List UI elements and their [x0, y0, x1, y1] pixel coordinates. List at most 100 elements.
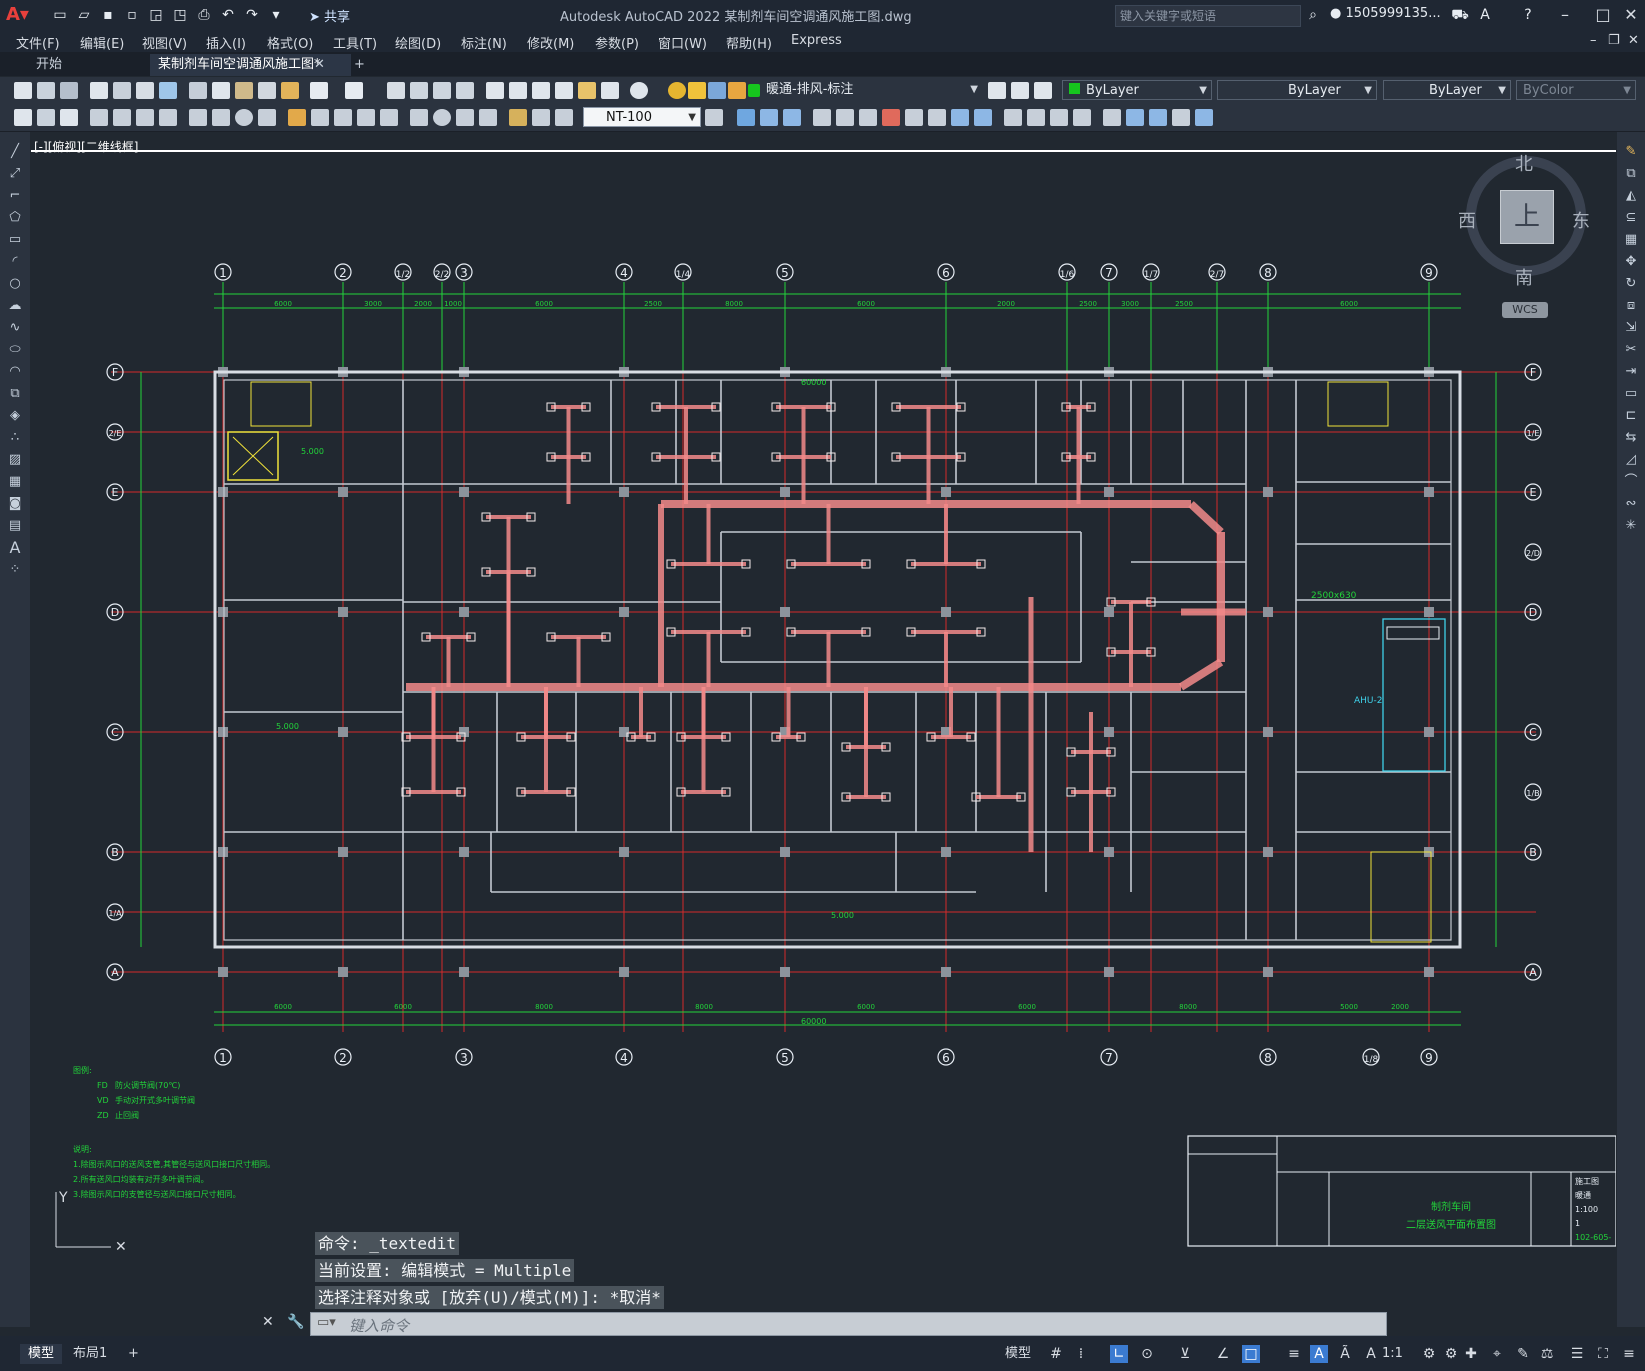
- ucs-3point-icon[interactable]: [928, 109, 946, 126]
- layer-on-icon[interactable]: [668, 82, 686, 99]
- polygon-icon[interactable]: ⬠: [6, 210, 24, 226]
- menu-icon[interactable]: ≡: [1620, 1345, 1638, 1363]
- dimupdate-icon[interactable]: [555, 109, 573, 126]
- object-snap-tracking-icon[interactable]: ∠: [1214, 1345, 1232, 1363]
- extend-icon[interactable]: ⇥: [1622, 364, 1640, 380]
- plot-preview-icon[interactable]: [113, 82, 131, 99]
- join-icon[interactable]: ⇆: [1622, 430, 1640, 446]
- diameter-icon[interactable]: [189, 109, 207, 126]
- linetype-dropdown[interactable]: ByLayer ▼: [1217, 80, 1377, 100]
- ucs-origin-icon[interactable]: [882, 109, 900, 126]
- polyline-icon[interactable]: ⌐: [6, 188, 24, 204]
- linear-dimension-icon[interactable]: [37, 109, 55, 126]
- table-icon[interactable]: ▤: [6, 518, 24, 534]
- angular-icon[interactable]: [212, 109, 230, 126]
- hardware-acceleration-icon[interactable]: ✎: [1514, 1345, 1532, 1363]
- menu-parametric[interactable]: 参数(P): [595, 33, 639, 52]
- clean-screen-icon[interactable]: ⚖: [1538, 1345, 1556, 1363]
- snap-icon[interactable]: ⁞: [1072, 1345, 1090, 1363]
- isodraft-icon[interactable]: ⊻: [1176, 1345, 1194, 1363]
- tab-add-button[interactable]: +: [346, 54, 373, 76]
- object-snap-icon[interactable]: □: [1242, 1345, 1260, 1363]
- viewcube-north[interactable]: 北: [1515, 150, 1533, 176]
- customize-command-icon[interactable]: 🔧: [287, 1314, 304, 1330]
- isolate-objects-icon[interactable]: ⌖: [1488, 1345, 1506, 1363]
- ucs-view-icon[interactable]: [859, 109, 877, 126]
- plotstyle-dropdown[interactable]: ByColor ▼: [1516, 80, 1636, 100]
- menu-tools[interactable]: 工具(T): [333, 33, 377, 52]
- maximize-button[interactable]: □: [1590, 3, 1616, 27]
- customize-qat-icon[interactable]: ▾: [266, 5, 286, 25]
- workspace-icon[interactable]: [1126, 109, 1144, 126]
- help-icon[interactable]: ?: [1518, 5, 1538, 25]
- make-block-icon[interactable]: ◈: [6, 408, 24, 424]
- tab-model[interactable]: 模型: [20, 1344, 63, 1364]
- lineweight-icon[interactable]: ≡: [1285, 1345, 1303, 1363]
- menu-express[interactable]: Express: [791, 33, 842, 48]
- customize-status-icon[interactable]: ☰: [1568, 1345, 1586, 1363]
- drawing-canvas[interactable]: 1 2 1/2 2/2 3 4 1/4 5 6 1/6 7 1/7 2/7 8 9 1 2 3 4 5 6 7 8 1/8 9 F…: [31, 132, 1616, 1327]
- gradient-icon[interactable]: ▦: [6, 474, 24, 490]
- plot-icon[interactable]: [90, 82, 108, 99]
- viewcube-top-face[interactable]: 上: [1500, 190, 1554, 244]
- copy-icon[interactable]: [212, 82, 230, 99]
- layer-states-icon[interactable]: [1011, 82, 1029, 99]
- annotation-visibility-icon[interactable]: A: [1310, 1345, 1328, 1363]
- mirror-icon[interactable]: ◭: [1622, 188, 1640, 204]
- blend-icon[interactable]: ∾: [1622, 496, 1640, 512]
- color-dropdown[interactable]: ByLayer ▼: [1062, 80, 1212, 100]
- layer-lock-icon[interactable]: [728, 82, 746, 99]
- angle-icon[interactable]: [258, 109, 276, 126]
- ucs-z-icon[interactable]: [1004, 109, 1022, 126]
- ucs-world-icon[interactable]: [760, 109, 778, 126]
- share-drawing-icon[interactable]: ◳: [170, 5, 190, 25]
- dimedit-icon[interactable]: [509, 109, 527, 126]
- arc-icon[interactable]: ◜: [6, 254, 24, 270]
- design-center-icon[interactable]: [509, 82, 527, 99]
- circle-icon[interactable]: ○: [6, 276, 24, 292]
- viewcube-south[interactable]: 南: [1515, 264, 1533, 290]
- redo-icon[interactable]: [345, 82, 363, 99]
- stretch-icon[interactable]: ⇲: [1622, 320, 1640, 336]
- save-icon[interactable]: ▪: [98, 5, 118, 25]
- help-icon[interactable]: [630, 82, 648, 99]
- redo-icon[interactable]: ↷: [242, 5, 262, 25]
- tab-start[interactable]: 开始: [28, 54, 70, 76]
- layer-dropdown[interactable]: 暖通-排风-标注 ▼: [760, 80, 982, 100]
- publish-icon[interactable]: [136, 82, 154, 99]
- region-icon[interactable]: ◙: [6, 496, 24, 512]
- pan-icon[interactable]: [387, 82, 405, 99]
- extract-icon[interactable]: [1103, 109, 1121, 126]
- autocad-logo-icon[interactable]: A▾: [6, 4, 29, 25]
- rotate-icon[interactable]: ↻: [1622, 276, 1640, 292]
- copy-object-icon[interactable]: ⧉: [1622, 166, 1640, 182]
- dimbreak-icon[interactable]: [380, 109, 398, 126]
- save-as-icon[interactable]: ▫: [122, 5, 142, 25]
- rectangle-icon[interactable]: ▭: [6, 232, 24, 248]
- menu-view[interactable]: 视图(V): [142, 33, 187, 52]
- tab-close-icon[interactable]: ✕: [314, 54, 325, 76]
- viewcube-east[interactable]: 东: [1572, 207, 1590, 233]
- menu-dimension[interactable]: 标注(N): [461, 33, 507, 52]
- undo-icon[interactable]: [310, 82, 328, 99]
- annotation-scale-dropdown[interactable]: 1:1: [1382, 1344, 1403, 1364]
- ucs-face-icon[interactable]: [813, 109, 831, 126]
- doc-restore-icon[interactable]: ❐: [1608, 33, 1620, 48]
- open-icon[interactable]: ▱: [74, 5, 94, 25]
- markup-icon[interactable]: [578, 82, 596, 99]
- menu-modify[interactable]: 修改(M): [527, 33, 574, 52]
- search-input[interactable]: 键入关键字或短语: [1115, 5, 1301, 27]
- zoom-realtime-icon[interactable]: [410, 82, 428, 99]
- autodesk-app-icon[interactable]: A: [1475, 5, 1495, 25]
- viewport-controls[interactable]: [-][俯视][二维线框]: [34, 138, 138, 155]
- render-icon[interactable]: [1172, 109, 1190, 126]
- add-icon[interactable]: ✚: [1462, 1345, 1480, 1363]
- match-properties-icon[interactable]: [258, 82, 276, 99]
- inspection-icon[interactable]: [456, 109, 474, 126]
- chamfer-icon[interactable]: ◿: [1622, 452, 1640, 468]
- center-mark-icon[interactable]: [433, 109, 451, 126]
- make-current-layer-icon[interactable]: [988, 82, 1006, 99]
- ucs-y-icon[interactable]: [974, 109, 992, 126]
- ellipse-arc-icon[interactable]: ◠: [6, 364, 24, 380]
- viewcube-west[interactable]: 西: [1458, 207, 1476, 233]
